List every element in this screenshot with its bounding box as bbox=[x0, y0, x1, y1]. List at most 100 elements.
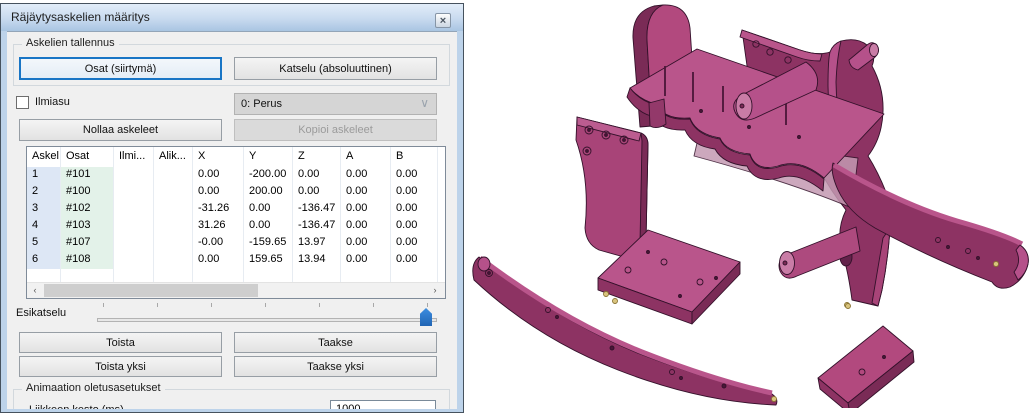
model-part-right-footrest[interactable] bbox=[818, 304, 914, 409]
table-cell[interactable]: #100 bbox=[61, 184, 114, 201]
table-cell[interactable]: -200.00 bbox=[244, 167, 293, 184]
table-cell[interactable]: 0.00 bbox=[341, 218, 391, 235]
table-cell[interactable]: 0.00 bbox=[391, 218, 438, 235]
table-cell[interactable]: 0.00 bbox=[193, 184, 244, 201]
table-cell[interactable]: 0.00 bbox=[293, 184, 341, 201]
chevron-down-icon: ∨ bbox=[420, 96, 429, 110]
table-cell[interactable] bbox=[114, 252, 154, 269]
table-cell[interactable] bbox=[114, 201, 154, 218]
cad-3d-viewport[interactable] bbox=[470, 0, 1032, 408]
table-cell[interactable]: 0.00 bbox=[391, 184, 438, 201]
kopioi-button: Kopioi askeleet bbox=[234, 119, 437, 141]
table-cell[interactable] bbox=[114, 184, 154, 201]
table-cell[interactable]: 5 bbox=[27, 235, 61, 252]
table-cell[interactable] bbox=[114, 235, 154, 252]
table-cell[interactable] bbox=[114, 167, 154, 184]
ilmiasu-checkbox-label: Ilmiasu bbox=[35, 96, 70, 108]
model-part-left-side-panel[interactable] bbox=[576, 117, 648, 257]
step-save-group-label: Askelien tallennus bbox=[22, 37, 119, 49]
table-cell[interactable]: 0.00 bbox=[391, 235, 438, 252]
column-header: Y bbox=[244, 147, 293, 167]
table-hscrollbar[interactable]: ‹ › bbox=[27, 282, 445, 298]
table-row[interactable]: 3#102-31.260.00-136.470.000.00 bbox=[27, 201, 445, 218]
column-header: Osat bbox=[61, 147, 114, 167]
table-cell[interactable]: 0.00 bbox=[193, 252, 244, 269]
table-cell[interactable] bbox=[154, 201, 193, 218]
table-row[interactable]: 2#1000.00200.000.000.000.00 bbox=[27, 184, 445, 201]
table-cell[interactable]: 200.00 bbox=[244, 184, 293, 201]
scroll-right-icon[interactable]: › bbox=[427, 283, 443, 298]
scroll-left-icon[interactable]: ‹ bbox=[27, 283, 43, 298]
table-cell[interactable]: 0.00 bbox=[341, 167, 391, 184]
app-screen: { "window": { "title": "Räjäytysaskelien… bbox=[0, 0, 1032, 408]
table-cell[interactable]: 0.00 bbox=[341, 184, 391, 201]
column-header: Z bbox=[293, 147, 341, 167]
table-header-row: AskelOsatIlmi...Alik...XYZAB bbox=[27, 147, 445, 167]
table-cell[interactable]: 1 bbox=[27, 167, 61, 184]
table-cell[interactable]: 6 bbox=[27, 252, 61, 269]
table-cell[interactable]: 0.00 bbox=[193, 167, 244, 184]
table-cell[interactable]: 3 bbox=[27, 201, 61, 218]
steps-table-body: AskelOsatIlmi...Alik...XYZAB1#1010.00-20… bbox=[27, 147, 445, 286]
table-cell[interactable]: 0.00 bbox=[341, 201, 391, 218]
table-cell[interactable]: #102 bbox=[61, 201, 114, 218]
dialog-title: Räjäytysaskelien määritys bbox=[11, 10, 150, 24]
column-header: A bbox=[341, 147, 391, 167]
table-cell[interactable]: 0.00 bbox=[391, 252, 438, 269]
taakse-yksi-button[interactable]: Taakse yksi bbox=[234, 356, 437, 377]
table-cell[interactable]: 0.00 bbox=[341, 235, 391, 252]
table-cell[interactable] bbox=[154, 235, 193, 252]
slider-tick bbox=[319, 303, 320, 307]
table-row[interactable]: 6#1080.00159.6513.940.000.00 bbox=[27, 252, 445, 269]
table-cell[interactable]: #101 bbox=[61, 167, 114, 184]
slider-tick bbox=[211, 303, 212, 307]
table-cell[interactable] bbox=[114, 218, 154, 235]
table-cell[interactable]: 0.00 bbox=[341, 252, 391, 269]
steps-table[interactable]: AskelOsatIlmi...Alik...XYZAB1#1010.00-20… bbox=[26, 146, 446, 299]
table-cell[interactable]: #103 bbox=[61, 218, 114, 235]
preview-slider-thumb[interactable] bbox=[420, 308, 432, 326]
table-cell[interactable]: -136.47 bbox=[293, 201, 341, 218]
column-header: X bbox=[193, 147, 244, 167]
explosion-steps-dialog: Räjäytysaskelien määritys × Askelien tal… bbox=[0, 3, 464, 413]
phase-dropdown-value: 0: Perus bbox=[241, 98, 282, 110]
table-cell[interactable] bbox=[154, 252, 193, 269]
dialog-titlebar[interactable]: Räjäytysaskelien määritys × bbox=[1, 4, 463, 31]
table-cell[interactable]: 0.00 bbox=[391, 167, 438, 184]
katselu-button[interactable]: Katselu (absoluuttinen) bbox=[234, 57, 437, 80]
table-cell[interactable]: 0.00 bbox=[244, 218, 293, 235]
table-cell[interactable]: 13.97 bbox=[293, 235, 341, 252]
table-cell[interactable]: 0.00 bbox=[391, 201, 438, 218]
table-cell[interactable]: 13.94 bbox=[293, 252, 341, 269]
animation-settings-group-label: Animaation oletusasetukset bbox=[22, 382, 165, 394]
table-cell[interactable]: #108 bbox=[61, 252, 114, 269]
nollaa-button[interactable]: Nollaa askeleet bbox=[19, 119, 222, 141]
osat-button[interactable]: Osat (siirtymä) bbox=[19, 57, 222, 80]
table-cell[interactable]: 4 bbox=[27, 218, 61, 235]
table-cell[interactable]: -0.00 bbox=[193, 235, 244, 252]
table-row[interactable]: 5#107-0.00-159.6513.970.000.00 bbox=[27, 235, 445, 252]
table-cell[interactable]: #107 bbox=[61, 235, 114, 252]
toista-button[interactable]: Toista bbox=[19, 332, 222, 353]
table-cell[interactable]: -31.26 bbox=[193, 201, 244, 218]
table-row[interactable]: 4#10331.260.00-136.470.000.00 bbox=[27, 218, 445, 235]
table-cell[interactable] bbox=[154, 167, 193, 184]
ilmiasu-checkbox[interactable] bbox=[16, 96, 29, 109]
table-cell[interactable]: 0.00 bbox=[244, 201, 293, 218]
table-cell[interactable]: 0.00 bbox=[293, 167, 341, 184]
taakse-button[interactable]: Taakse bbox=[234, 332, 437, 353]
toista-yksi-button[interactable]: Toista yksi bbox=[19, 356, 222, 377]
table-row[interactable]: 1#1010.00-200.000.000.000.00 bbox=[27, 167, 445, 184]
table-cell[interactable] bbox=[154, 184, 193, 201]
table-cell[interactable]: 31.26 bbox=[193, 218, 244, 235]
table-cell[interactable]: 2 bbox=[27, 184, 61, 201]
slider-tick bbox=[157, 303, 158, 307]
close-icon[interactable]: × bbox=[435, 13, 451, 28]
table-cell[interactable]: 159.65 bbox=[244, 252, 293, 269]
hscroll-thumb[interactable] bbox=[44, 284, 258, 297]
table-cell[interactable]: -136.47 bbox=[293, 218, 341, 235]
table-cell[interactable] bbox=[154, 218, 193, 235]
table-cell[interactable]: -159.65 bbox=[244, 235, 293, 252]
phase-dropdown[interactable]: 0: Perus ∨ bbox=[234, 93, 437, 115]
preview-slider-track[interactable] bbox=[97, 318, 437, 322]
